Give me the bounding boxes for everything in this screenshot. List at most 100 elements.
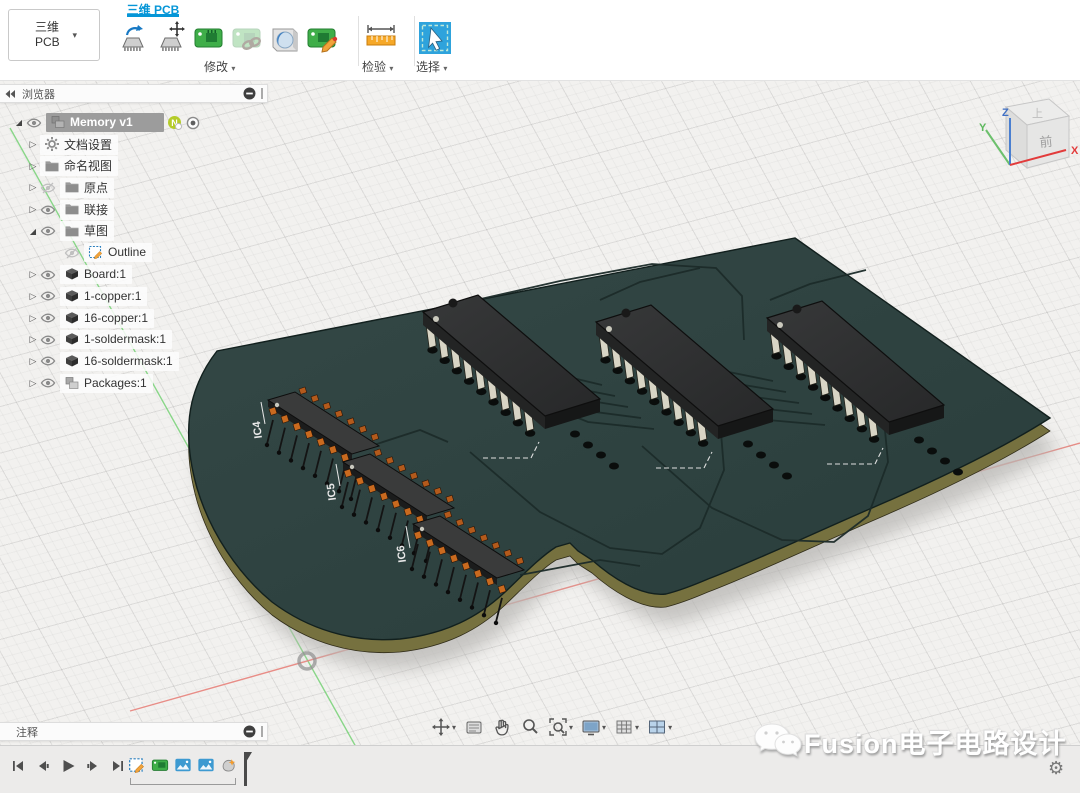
chevron-down-icon: ▾	[231, 64, 236, 73]
collapse-panel-icon[interactable]	[4, 89, 16, 99]
tree-item-label[interactable]: 16-copper:1	[60, 308, 155, 328]
eye-icon[interactable]	[40, 353, 60, 369]
board-feature-icon[interactable]	[151, 756, 169, 774]
gear-icon[interactable]: ⚙	[1048, 758, 1068, 778]
eye-icon[interactable]	[40, 375, 60, 391]
tree-item-label[interactable]: Memory v1	[46, 113, 164, 133]
activate-component-radio[interactable]	[186, 116, 200, 130]
hide-panel-icon[interactable]	[243, 725, 256, 738]
tree-item-草图[interactable]: ◢ 草图	[0, 220, 268, 242]
tree-item-原点[interactable]: ▷ 原点	[0, 177, 268, 199]
orbit-icon[interactable]: ▾	[428, 715, 459, 739]
hide-panel-icon[interactable]	[243, 87, 256, 100]
expander-collapsed[interactable]: ▷	[26, 204, 40, 215]
tree-item-16-soldermask-1[interactable]: ▷ 16-soldermask:1	[0, 351, 268, 373]
flip-component-icon[interactable]	[114, 19, 152, 57]
measure-icon[interactable]	[362, 19, 400, 57]
zoom-icon[interactable]	[517, 715, 543, 739]
timeline-group-bracket	[130, 778, 236, 785]
timeline-bar: ⚙	[0, 745, 1080, 793]
pcb-board-icon[interactable]	[190, 19, 228, 57]
timeline-playhead[interactable]	[238, 752, 252, 788]
eye-off-icon[interactable]	[64, 245, 84, 261]
tree-item-文档设置[interactable]: ▷ 文档设置	[0, 134, 268, 156]
eye-off-icon[interactable]	[40, 180, 60, 196]
tree-item-label[interactable]: 草图	[60, 221, 115, 242]
tree-item-label[interactable]: 16-soldermask:1	[60, 351, 179, 371]
tree-item-label[interactable]: 1-soldermask:1	[60, 330, 173, 350]
display-settings-icon[interactable]: ▾	[578, 715, 609, 739]
tree-item-1-soldermask-1[interactable]: ▷ 1-soldermask:1	[0, 329, 268, 351]
viewports-icon[interactable]: ▾	[644, 715, 675, 739]
image-feature-icon[interactable]	[197, 756, 215, 774]
expander-collapsed[interactable]: ▷	[26, 356, 40, 367]
workspace-line1: 三维	[35, 20, 60, 34]
move-component-icon[interactable]	[152, 19, 190, 57]
browser-panel-header[interactable]: 浏览器	[0, 84, 268, 103]
expander-collapsed[interactable]: ▷	[26, 291, 40, 302]
tree-item-Board-1[interactable]: ▷ Board:1	[0, 264, 268, 286]
eye-icon[interactable]	[26, 115, 46, 131]
eye-icon[interactable]	[40, 223, 60, 239]
eye-icon[interactable]	[40, 310, 60, 326]
panel-grip[interactable]	[261, 88, 263, 99]
body-icon	[64, 353, 80, 369]
tree-item-label[interactable]: 1-copper:1	[60, 286, 148, 306]
tree-item-Outline[interactable]: Outline	[0, 242, 268, 264]
eye-icon[interactable]	[40, 332, 60, 348]
toolbar-separator	[358, 16, 359, 66]
grid-settings-icon[interactable]: ▾	[611, 715, 642, 739]
expander-collapsed[interactable]: ▷	[26, 378, 40, 389]
expander-collapsed[interactable]: ▷	[26, 161, 40, 172]
tree-item-联接[interactable]: ▷ 联接	[0, 199, 268, 221]
comments-panel-title: 注释	[16, 726, 38, 739]
group-label-modify[interactable]: 修改 ▾	[204, 58, 235, 75]
tree-item-label[interactable]: Board:1	[60, 265, 133, 285]
body-icon	[64, 288, 80, 304]
play-icon[interactable]	[60, 758, 76, 774]
tree-item-label[interactable]: Outline	[84, 243, 153, 263]
expander-collapsed[interactable]: ▷	[26, 334, 40, 345]
new-version-badge[interactable]: N	[168, 116, 182, 131]
tree-item-16-copper-1[interactable]: ▷ 16-copper:1	[0, 307, 268, 329]
panel-grip[interactable]	[261, 726, 263, 737]
select-icon[interactable]	[416, 19, 454, 57]
tree-item-1-copper-1[interactable]: ▷ 1-copper:1	[0, 286, 268, 308]
expander-collapsed[interactable]: ▷	[26, 182, 40, 193]
step-forward-icon[interactable]	[85, 758, 101, 774]
group-label-select[interactable]: 选择 ▾	[416, 58, 447, 75]
form-feature-icon[interactable]	[220, 756, 238, 774]
step-back-icon[interactable]	[35, 758, 51, 774]
expander-collapsed[interactable]: ▷	[26, 269, 40, 280]
push-3d-body-icon[interactable]	[266, 19, 304, 57]
group-label-inspect[interactable]: 检验 ▾	[362, 58, 393, 75]
sketch-feature-icon[interactable]	[128, 756, 146, 774]
fit-icon[interactable]: ▾	[545, 715, 576, 739]
look-at-icon[interactable]	[461, 715, 487, 739]
tree-item-label[interactable]: 文档设置	[40, 134, 119, 155]
tree-item-label[interactable]: Packages:1	[60, 373, 153, 393]
tree-item-label[interactable]: 原点	[60, 177, 115, 198]
edit-board-icon[interactable]	[304, 19, 342, 57]
tree-item-命名视图[interactable]: ▷ 命名视图	[0, 155, 268, 177]
timeline-features	[128, 756, 238, 774]
comments-panel: 注释	[0, 722, 268, 741]
expander-collapsed[interactable]: ▷	[26, 139, 40, 150]
workspace-switcher[interactable]: 三维 PCB ▾	[8, 9, 100, 61]
chevron-down-icon: ▾	[668, 722, 673, 732]
go-to-start-icon[interactable]	[10, 758, 26, 774]
eye-icon[interactable]	[40, 267, 60, 283]
expander-expanded[interactable]: ◢	[26, 227, 40, 236]
tree-item-label[interactable]: 联接	[60, 199, 115, 220]
comments-panel-header[interactable]: 注释	[0, 722, 268, 741]
pan-icon[interactable]	[489, 715, 515, 739]
expander-collapsed[interactable]: ▷	[26, 313, 40, 324]
eye-icon[interactable]	[40, 288, 60, 304]
tree-item-Memory-v1[interactable]: ◢ Memory v1 N	[0, 112, 268, 134]
go-to-end-icon[interactable]	[110, 758, 126, 774]
tree-item-label[interactable]: 命名视图	[40, 156, 119, 177]
tree-item-Packages-1[interactable]: ▷ Packages:1	[0, 372, 268, 394]
image-feature-icon[interactable]	[174, 756, 192, 774]
eye-icon[interactable]	[40, 202, 60, 218]
expander-expanded[interactable]: ◢	[12, 118, 26, 127]
